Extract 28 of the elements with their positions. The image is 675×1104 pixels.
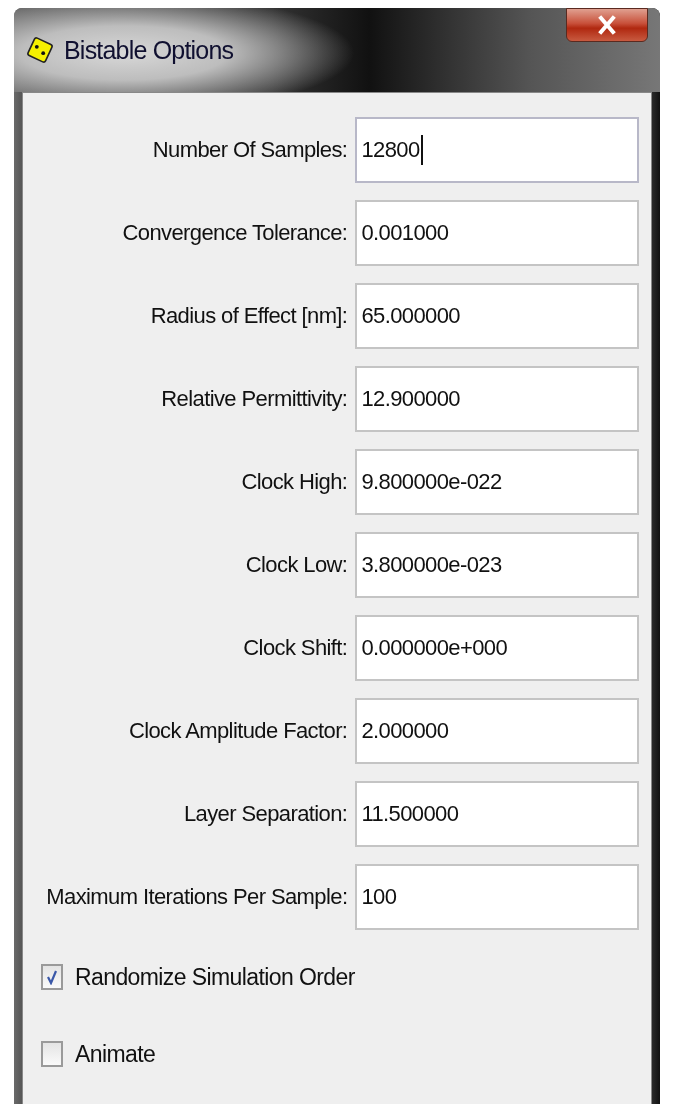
input-field[interactable]: 0.000000e+000 [355,615,639,681]
input-field[interactable]: 12.900000 [355,366,639,432]
window-title: Bistable Options [64,35,234,65]
input-field[interactable]: 0.001000 [355,200,639,266]
field-label: Maximum Iterations Per Sample: [45,884,349,910]
close-icon [597,15,617,35]
input-field[interactable]: 2.000000 [355,698,639,764]
checkmark-icon [46,969,58,985]
input-field[interactable]: 9.800000e-022 [355,449,639,515]
field-label: Layer Separation: [182,801,349,827]
field-label: Convergence Tolerance: [121,220,349,246]
field-label: Clock High: [240,469,349,495]
checkbox-label: Randomize Simulation Order [75,963,355,991]
close-button[interactable] [566,8,648,42]
field-label: Clock Shift: [242,635,349,661]
field-label: Clock Amplitude Factor: [127,718,349,744]
input-field[interactable]: 3.800000e-023 [355,532,639,598]
input-field[interactable]: 65.000000 [355,283,639,349]
input-field[interactable]: 12800 [355,117,639,183]
checkbox-label: Animate [75,1040,156,1068]
input-field[interactable]: 100 [355,864,639,930]
checkbox[interactable] [41,1041,63,1067]
field-label: Clock Low: [244,552,349,578]
field-label: Radius of Effect [nm]: [149,303,349,329]
field-label: Number Of Samples: [151,137,349,163]
checkbox[interactable] [41,964,63,990]
field-label: Relative Permittivity: [160,386,349,412]
input-field[interactable]: 11.500000 [355,781,639,847]
